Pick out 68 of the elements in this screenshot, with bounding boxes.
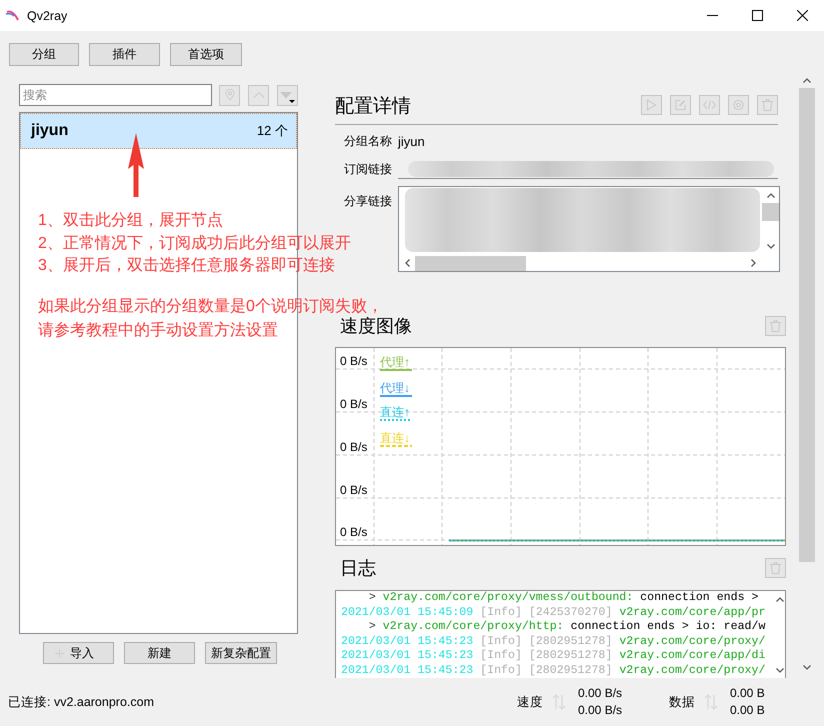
node-count: 12 个 xyxy=(256,122,288,140)
scroll-up-icon[interactable] xyxy=(803,78,811,83)
speed-label: 速度 xyxy=(517,694,544,710)
list-action-button[interactable]: 新复杂配置 xyxy=(205,642,277,664)
minimize-icon xyxy=(707,15,718,16)
axis-label: 0 B/s xyxy=(340,483,368,497)
scrollbar-thumb[interactable] xyxy=(799,88,815,562)
log-heading: 日志 xyxy=(340,557,376,580)
caret-up-icon xyxy=(252,92,264,98)
field-label: 订阅链接 xyxy=(344,161,393,178)
up-button[interactable] xyxy=(248,84,269,106)
field-label: 分享链接 xyxy=(344,193,393,210)
log-line: 2021/03/01 15:45:23 [Info] [2802951278] v2ray.com/core/app/di xyxy=(341,649,766,664)
scroll-down-icon[interactable] xyxy=(803,665,811,670)
pin-icon xyxy=(224,89,234,101)
scrollbar-thumb[interactable] xyxy=(762,203,779,221)
caret-down-icon xyxy=(279,90,295,102)
text-area[interactable] xyxy=(398,186,780,272)
group-name: jiyun xyxy=(31,122,68,140)
warning-note: 请参考教程中的手动设置方法设置 xyxy=(38,320,278,340)
link-field[interactable] xyxy=(398,160,778,179)
data-value: 0.00 B xyxy=(730,702,765,719)
log-line: 2021/03/01 15:45:23 [Info] [2802951278] v2ray.com/core/proxy/ xyxy=(341,634,766,650)
axis-label: 0 B/s xyxy=(340,354,368,368)
dropdown-button[interactable] xyxy=(277,84,298,106)
trash-icon xyxy=(770,320,781,332)
window-title: Qv2ray xyxy=(27,8,68,22)
log-line: > v2ray.com/core/proxy/http: connection ends > io: read/w xyxy=(368,620,766,635)
speed-value: 0.00 B/s xyxy=(578,702,622,719)
scroll-down-icon[interactable] xyxy=(766,244,774,249)
up-arrow xyxy=(128,133,144,197)
data-value: 0.00 B xyxy=(730,685,765,702)
speed-chart-heading: 速度图像 xyxy=(340,315,412,338)
scroll-up-icon[interactable] xyxy=(766,193,774,198)
log-line: 2021/03/01 15:45:09 [Info] [2425370270] v2ray.com/core/app/pr xyxy=(341,606,766,620)
close-icon xyxy=(796,10,808,21)
play-icon xyxy=(646,99,657,111)
field-value: jiyun xyxy=(398,134,425,149)
details-heading: 配置详情 xyxy=(335,95,411,119)
list-action-button[interactable]: 导入 xyxy=(43,642,114,664)
log-line: > v2ray.com/core/proxy/vmess/outbound: connection ends > xyxy=(368,591,760,606)
axis-label: 0 B/s xyxy=(340,440,368,454)
app-logo-icon xyxy=(6,10,19,21)
axis-label: 0 B/s xyxy=(340,397,368,411)
scroll-left-icon[interactable] xyxy=(405,259,410,267)
scroll-down-icon[interactable] xyxy=(776,668,784,673)
log-line: 2021/03/01 15:45:23 [Info] [2802951278] v2ray.com/core/proxy/ xyxy=(341,664,766,679)
target-icon xyxy=(733,99,744,111)
field-label: 分组名称 xyxy=(344,133,393,150)
connection-status: 已连接: vv2.aaronpro.com xyxy=(8,694,155,710)
toolbar-button[interactable]: 分组 xyxy=(9,43,79,66)
code-icon xyxy=(703,100,716,110)
toolbar-button[interactable]: 插件 xyxy=(89,43,160,66)
speed-value: 0.00 B/s xyxy=(578,685,622,702)
scroll-up-icon[interactable] xyxy=(776,597,784,602)
axis-label: 0 B/s xyxy=(340,525,368,539)
data-label: 数据 xyxy=(669,694,696,710)
scroll-right-icon[interactable] xyxy=(751,259,756,267)
search-field[interactable]: 搜索 xyxy=(19,84,212,106)
maximize-icon xyxy=(752,10,763,21)
edit-icon xyxy=(675,99,686,111)
toolbar-button[interactable]: 首选项 xyxy=(170,43,242,66)
instruction-step: 1、双击此分组，展开节点 xyxy=(38,210,223,232)
trash-icon xyxy=(762,99,773,111)
scrollbar-thumb[interactable] xyxy=(415,256,526,270)
group-item[interactable]: jiyun 12 个 xyxy=(20,113,297,149)
list-action-button[interactable]: 新建 xyxy=(124,642,195,664)
trash-icon xyxy=(770,562,781,574)
